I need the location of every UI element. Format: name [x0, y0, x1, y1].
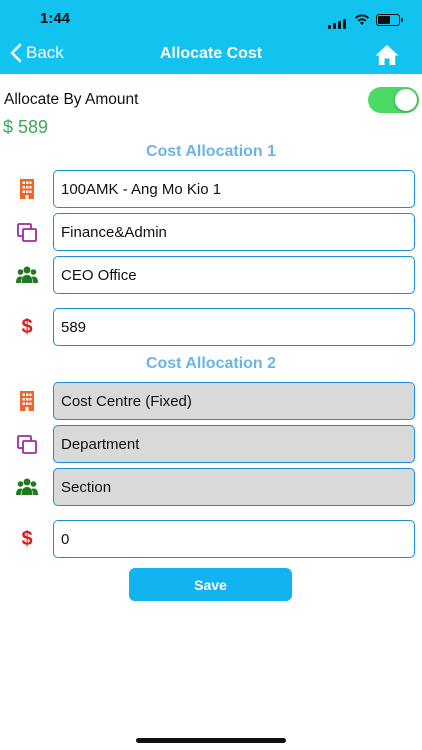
allocate-by-amount-label: Allocate By Amount	[4, 91, 139, 108]
cost-allocation-1-title: Cost Allocation 1	[145, 143, 277, 160]
back-button[interactable]: Back	[10, 43, 64, 63]
users-icon	[16, 476, 38, 498]
dollar-icon: $	[21, 315, 33, 338]
copy-icon	[16, 221, 38, 243]
section-field-2[interactable]: Section	[53, 468, 415, 506]
home-button[interactable]	[374, 43, 400, 72]
building-icon	[16, 390, 38, 412]
toggle-knob	[395, 89, 417, 111]
wifi-icon	[355, 14, 369, 25]
home-indicator	[136, 738, 286, 743]
section-field-1[interactable]: CEO Office	[53, 256, 415, 294]
amount-field-2[interactable]: 0	[53, 520, 415, 558]
home-icon	[375, 45, 399, 65]
building-icon	[16, 178, 38, 200]
cellular-signal-icon	[328, 11, 348, 29]
battery-icon	[376, 14, 403, 26]
chevron-left-icon	[10, 43, 22, 63]
back-label: Back	[26, 43, 64, 62]
users-icon	[16, 264, 38, 286]
dollar-icon: $	[21, 527, 33, 550]
navigation-bar: 1:44 Back Allocate Cost	[0, 0, 422, 74]
allocate-by-amount-toggle[interactable]	[368, 87, 419, 113]
copy-icon	[16, 433, 38, 455]
total-amount: $ 589	[3, 117, 49, 137]
department-field-2[interactable]: Department	[53, 425, 415, 463]
amount-field-1[interactable]: 589	[53, 308, 415, 346]
status-icons	[328, 11, 403, 29]
cost-centre-field-2[interactable]: Cost Centre (Fixed)	[53, 382, 415, 420]
status-time: 1:44	[40, 10, 71, 27]
department-field-1[interactable]: Finance&Admin	[53, 213, 415, 251]
cost-centre-field-1[interactable]: 100AMK - Ang Mo Kio 1	[53, 170, 415, 208]
save-button[interactable]: Save	[129, 568, 292, 601]
cost-allocation-2-title: Cost Allocation 2	[145, 355, 277, 372]
